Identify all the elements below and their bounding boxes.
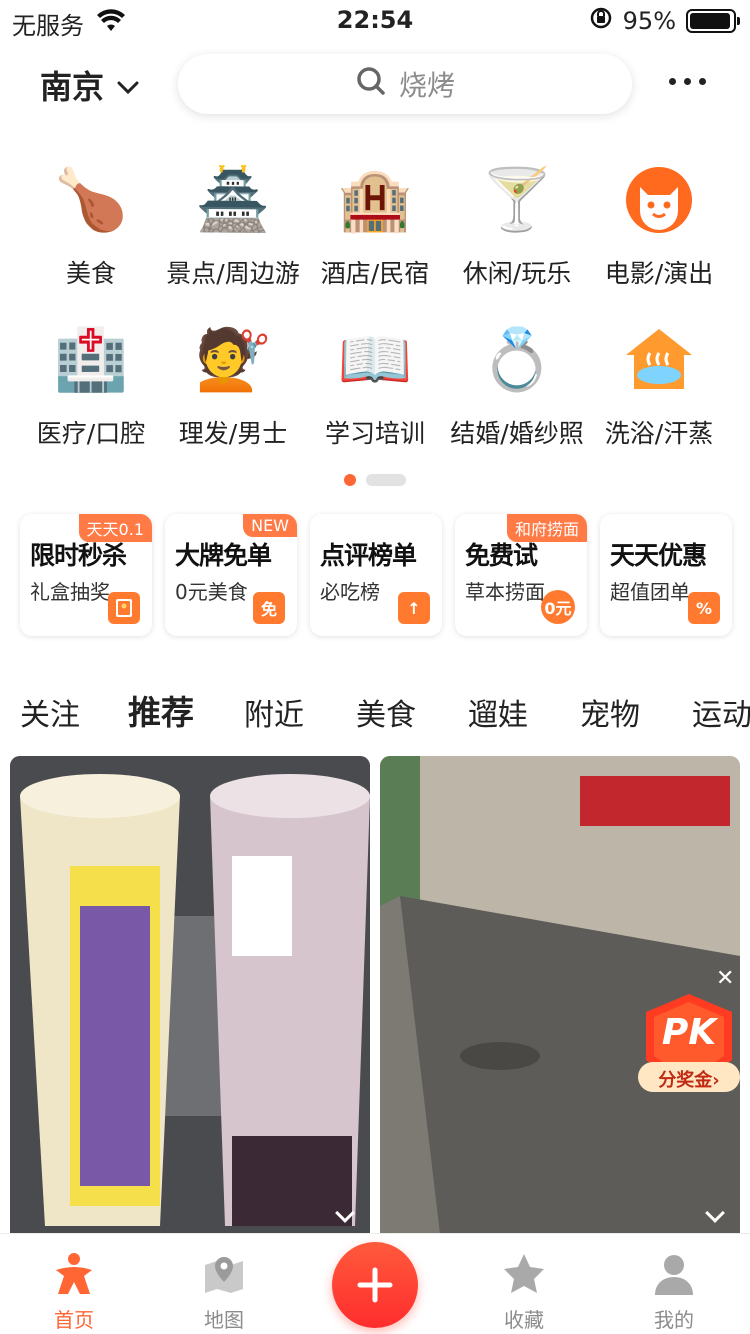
- user-icon: [624, 1248, 724, 1300]
- nav-label: 我的: [654, 1308, 694, 1332]
- promo-badge: 和府捞面: [506, 514, 587, 542]
- category-food[interactable]: 🍗 美食: [20, 160, 162, 320]
- add-post-button[interactable]: [332, 1242, 418, 1328]
- promo-badge: 天天0.1: [78, 514, 152, 542]
- home-icon: [24, 1248, 124, 1300]
- category-bath[interactable]: 洗浴/汗蒸: [588, 320, 730, 480]
- category-leisure[interactable]: 🍸 休闲/玩乐: [446, 160, 588, 320]
- promo-free-trial[interactable]: 和府捞面 免费试 草本捞面 0元: [455, 514, 587, 636]
- nav-favorites[interactable]: 收藏: [474, 1248, 574, 1333]
- nav-home[interactable]: 首页: [24, 1248, 124, 1333]
- promo-flash-sale[interactable]: 天天0.1 限时秒杀 礼盒抽奖: [20, 514, 152, 636]
- category-label: 景点/周边游: [166, 259, 300, 288]
- status-bar: 无服务 22:54 95%: [0, 0, 750, 42]
- hospital-icon: 🏥: [53, 325, 129, 395]
- bottom-nav: 首页 地图 收藏 我的: [0, 1234, 750, 1334]
- nav-label: 地图: [204, 1308, 244, 1332]
- close-icon[interactable]: ✕: [716, 966, 734, 991]
- category-label: 美食: [65, 259, 116, 288]
- star-icon: [474, 1248, 574, 1300]
- category-education[interactable]: 📖 学习培训: [304, 320, 446, 480]
- tab-kids[interactable]: 遛娃: [468, 690, 528, 734]
- nav-me[interactable]: 我的: [624, 1248, 724, 1333]
- tab-follow[interactable]: 关注: [20, 690, 80, 734]
- category-label: 电影/演出: [604, 259, 714, 288]
- city-selector[interactable]: 南京: [40, 62, 140, 108]
- promo-badge: NEW: [243, 514, 297, 537]
- bath-icon: [619, 320, 699, 400]
- plus-icon: [357, 1267, 393, 1303]
- category-movie[interactable]: 电影/演出: [588, 160, 730, 320]
- category-label: 洗浴/汗蒸: [604, 419, 714, 448]
- drink-photo: [10, 756, 370, 1234]
- promo-ranking[interactable]: 点评榜单 必吃榜 ↑: [310, 514, 442, 636]
- city-label: 南京: [40, 68, 105, 106]
- promo-daily-deal[interactable]: 天天优惠 超值团单 %: [600, 514, 732, 636]
- haircut-icon: 💇: [195, 325, 271, 395]
- battery-icon: [686, 9, 740, 33]
- search-icon: [355, 65, 387, 104]
- roast-chicken-icon: 🍗: [53, 165, 129, 235]
- search-placeholder: 烧烤: [398, 69, 455, 102]
- category-medical[interactable]: 🏥 医疗/口腔: [20, 320, 162, 480]
- promo-title: 点评榜单: [320, 541, 417, 570]
- pk-bonus-widget[interactable]: PK 分奖金›: [636, 990, 742, 1096]
- nav-label: 收藏: [504, 1308, 544, 1332]
- more-icon[interactable]: [669, 68, 706, 85]
- category-hotel[interactable]: 🏨 酒店/民宿: [304, 160, 446, 320]
- category-grid: 🍗 美食 🏯 景点/周边游 🏨 酒店/民宿 🍸 休闲/玩乐 电影/演出 🏥 医疗…: [20, 160, 730, 480]
- pk-label: 分奖金›: [658, 1070, 720, 1091]
- battery-percent: 95%: [622, 7, 676, 35]
- search-input[interactable]: 烧烤: [178, 54, 632, 114]
- promo-title: 天天优惠: [610, 541, 707, 570]
- pk-title: PK: [661, 1012, 717, 1053]
- category-haircut[interactable]: 💇 理发/男士: [162, 320, 304, 480]
- category-scenic[interactable]: 🏯 景点/周边游: [162, 160, 304, 320]
- free-ticket-icon: 免: [253, 592, 285, 624]
- red-envelope-icon: [108, 592, 140, 624]
- category-wedding[interactable]: 💍 结婚/婚纱照: [446, 320, 588, 480]
- feed: [10, 756, 740, 1234]
- nav-label: 首页: [54, 1308, 94, 1332]
- tab-sports[interactable]: 运动: [692, 690, 750, 734]
- top-bar: 南京 烧烤: [0, 52, 750, 116]
- page-dot-active: [344, 474, 356, 486]
- category-label: 理发/男士: [178, 419, 288, 448]
- category-label: 休闲/玩乐: [462, 259, 572, 288]
- ranking-arrow-icon: ↑: [398, 592, 430, 624]
- feed-tabs: 关注 推荐 附近 美食 遛娃 宠物 运动: [0, 686, 750, 742]
- cocktail-icon: 🍸: [479, 165, 555, 235]
- category-label: 结婚/婚纱照: [450, 419, 584, 448]
- orientation-lock-icon: [589, 6, 613, 36]
- tab-food[interactable]: 美食: [356, 690, 416, 734]
- promo-row: 天天0.1 限时秒杀 礼盒抽奖 NEW 大牌免单 0元美食 免 点评榜单 必吃榜…: [20, 514, 732, 636]
- nav-map[interactable]: 地图: [174, 1248, 274, 1333]
- hotel-icon: 🏨: [337, 165, 413, 235]
- tab-pets[interactable]: 宠物: [580, 690, 640, 734]
- promo-title: 大牌免单: [175, 541, 272, 570]
- ring-icon: 💍: [479, 325, 555, 395]
- tab-nearby[interactable]: 附近: [244, 690, 304, 734]
- chevron-down-icon: [116, 66, 140, 104]
- book-icon: 📖: [337, 325, 413, 395]
- category-label: 学习培训: [324, 419, 425, 448]
- category-label: 酒店/民宿: [320, 259, 430, 288]
- tab-recommend[interactable]: 推荐: [126, 686, 196, 734]
- page-dot: [366, 474, 406, 486]
- zero-yuan-icon: 0元: [541, 590, 575, 624]
- pagoda-icon: 🏯: [195, 165, 271, 235]
- feed-card-drink-photo[interactable]: [10, 756, 370, 1234]
- promo-free-order[interactable]: NEW 大牌免单 0元美食 免: [165, 514, 297, 636]
- page-indicator: [0, 474, 750, 486]
- map-pin-icon: [174, 1248, 274, 1300]
- category-label: 医疗/口腔: [36, 419, 146, 448]
- coupon-icon: %: [688, 592, 720, 624]
- cat-mask-icon: [619, 160, 699, 240]
